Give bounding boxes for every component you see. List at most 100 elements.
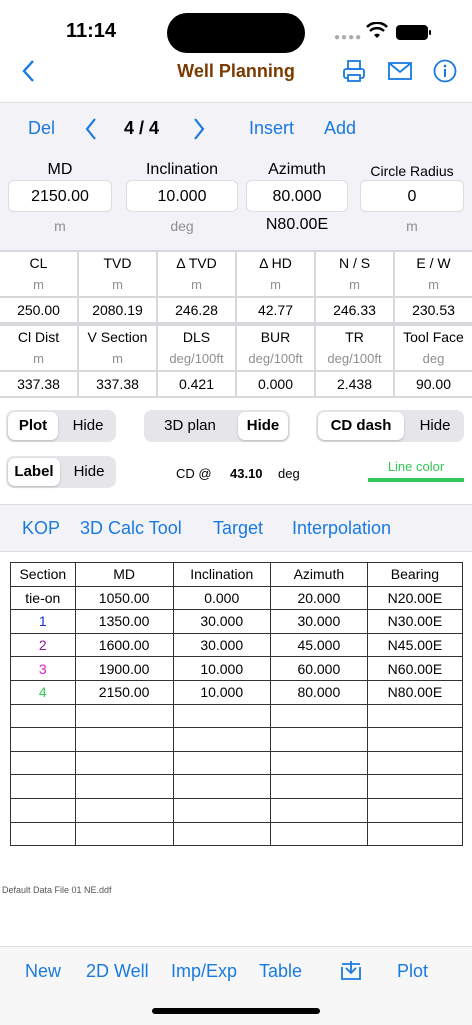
print-icon[interactable]	[341, 58, 367, 84]
table-cell	[74, 797, 174, 823]
result-value: 2080.19	[79, 298, 156, 322]
table-cell	[74, 727, 174, 752]
table-cell: N80.00E	[366, 679, 464, 705]
hide-option[interactable]: Hide	[408, 412, 462, 440]
table-cell: N60.00E	[366, 656, 464, 681]
table-cell: 0.000	[172, 585, 271, 611]
table-row[interactable]: 3 1900.00 10.000 60.000 N60.00E	[10, 656, 464, 681]
table-cell: 2150.00	[74, 679, 174, 705]
result-value: 42.77	[237, 298, 314, 322]
imp-exp-button[interactable]: Imp/Exp	[171, 961, 237, 982]
column-header: Inclination	[172, 562, 271, 587]
result-unit: deg/100ft	[316, 348, 393, 370]
table-row[interactable]	[10, 774, 464, 799]
column-header: MD	[74, 562, 174, 587]
table-row[interactable]	[10, 750, 464, 776]
table-row[interactable]	[10, 703, 464, 729]
table-row[interactable]	[10, 797, 464, 823]
table-cell: 10.000	[172, 656, 271, 681]
interpolation-link[interactable]: Interpolation	[292, 518, 391, 539]
insert-button[interactable]: Insert	[249, 118, 294, 139]
table-cell	[366, 703, 464, 729]
table-row[interactable]	[10, 727, 464, 752]
target-link[interactable]: Target	[213, 518, 263, 539]
plan3d-option[interactable]: 3D plan	[146, 412, 234, 440]
table-row[interactable]: 4 2150.00 10.000 80.000 N80.00E	[10, 679, 464, 705]
result-value: 246.28	[158, 298, 235, 322]
label-hide-toggle[interactable]: Label Hide	[6, 456, 116, 488]
azimuth-input[interactable]: 80.000	[246, 180, 348, 212]
plot-option[interactable]: Plot	[8, 412, 58, 440]
azimuth-bearing: N80.00E	[265, 216, 329, 233]
azimuth-label: Azimuth	[268, 161, 326, 178]
result-label: TR	[316, 326, 393, 348]
table-cell: 1	[10, 609, 76, 634]
calc3d-link[interactable]: 3D Calc Tool	[80, 518, 182, 539]
table-row[interactable]	[10, 821, 464, 847]
result-label: N / S	[316, 252, 393, 274]
new-button[interactable]: New	[25, 961, 61, 982]
table-cell: 3	[10, 656, 76, 681]
result-label: Tool Face	[395, 326, 472, 348]
add-button[interactable]: Add	[324, 118, 356, 139]
table-cell	[366, 750, 464, 776]
table-cell	[269, 727, 368, 752]
table-button[interactable]: Table	[259, 961, 302, 982]
table-cell	[10, 797, 76, 823]
result-unit: m	[158, 274, 235, 296]
result-unit: m	[79, 348, 156, 370]
column-header: Azimuth	[269, 562, 368, 587]
md-input[interactable]: 2150.00	[8, 180, 112, 212]
plan3d-hide-toggle[interactable]: 3D plan Hide	[144, 410, 290, 442]
result-unit: m	[237, 274, 314, 296]
mail-icon[interactable]	[387, 58, 413, 84]
table-cell: N45.00E	[366, 632, 464, 658]
page-indicator: 4 / 4	[124, 118, 160, 138]
table-cell	[366, 727, 464, 752]
cddash-option[interactable]: CD dash	[318, 412, 404, 440]
circle-radius-input[interactable]: 0	[360, 180, 464, 212]
table-cell	[10, 750, 76, 776]
inclination-label: Inclination	[145, 161, 219, 178]
result-unit: deg	[395, 348, 472, 370]
result-unit: deg/100ft	[158, 348, 235, 370]
result-label: DLS	[158, 326, 235, 348]
cd-unit: deg	[278, 466, 300, 481]
hide-option[interactable]: Hide	[238, 412, 288, 440]
table-cell: 1600.00	[74, 632, 174, 658]
prev-chevron-icon[interactable]	[82, 117, 100, 141]
battery-icon	[396, 25, 431, 40]
kop-link[interactable]: KOP	[22, 518, 60, 539]
hide-option[interactable]: Hide	[64, 458, 114, 486]
cddash-hide-toggle[interactable]: CD dash Hide	[316, 410, 464, 442]
cd-at-label: CD @	[176, 466, 212, 481]
label-option[interactable]: Label	[8, 458, 60, 486]
line-color-button[interactable]: Line color	[368, 459, 464, 474]
result-value: 250.00	[0, 298, 77, 322]
delete-button[interactable]: Del	[28, 118, 55, 139]
plot-hide-toggle[interactable]: Plot Hide	[6, 410, 116, 442]
info-icon[interactable]	[432, 58, 458, 84]
table-cell: N20.00E	[366, 585, 464, 611]
inclination-input[interactable]: 10.000	[126, 180, 238, 212]
table-cell	[366, 774, 464, 799]
result-value: 0.421	[158, 372, 235, 396]
cd-value: 43.10	[230, 466, 263, 481]
table-row[interactable]: 1 1350.00 30.000 30.000 N30.00E	[10, 609, 464, 634]
hide-option[interactable]: Hide	[62, 412, 114, 440]
result-unit: m	[79, 274, 156, 296]
next-chevron-icon[interactable]	[190, 117, 208, 141]
table-cell	[10, 774, 76, 799]
table-cell	[10, 703, 76, 729]
well2d-button[interactable]: 2D Well	[86, 961, 149, 982]
table-cell: 2	[10, 632, 76, 658]
md-unit: m	[54, 218, 66, 234]
inclination-unit: deg	[170, 218, 194, 234]
plot-button[interactable]: Plot	[397, 961, 428, 982]
table-cell	[269, 703, 368, 729]
result-label: TVD	[79, 252, 156, 274]
table-row[interactable]: 2 1600.00 30.000 45.000 N45.00E	[10, 632, 464, 658]
table-row[interactable]: tie-on 1050.00 0.000 20.000 N20.00E	[10, 585, 464, 611]
share-tray-icon[interactable]	[339, 958, 363, 982]
table-cell: 60.000	[269, 656, 368, 681]
